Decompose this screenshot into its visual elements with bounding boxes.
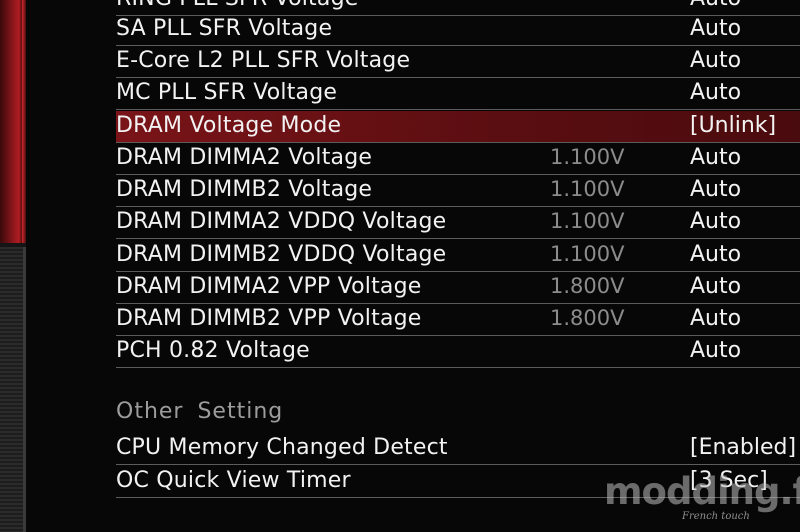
- setting-row-e-core-l2-pll-sfr-voltage[interactable]: E-Core L2 PLL SFR Voltage Auto: [116, 46, 800, 78]
- section-header-other-setting: Other Setting: [116, 399, 284, 424]
- setting-value[interactable]: Auto: [690, 16, 741, 41]
- setting-row-mc-pll-sfr-voltage[interactable]: MC PLL SFR Voltage Auto: [116, 78, 800, 110]
- setting-value[interactable]: Auto: [690, 338, 741, 363]
- setting-current-value: 1.100V: [550, 145, 625, 169]
- setting-row-cpu-memory-changed-detect[interactable]: CPU Memory Changed Detect [Enabled]: [116, 433, 800, 465]
- setting-row-dram-dimmb2-vddq-voltage[interactable]: DRAM DIMMB2 VDDQ Voltage 1.100V Auto: [116, 240, 800, 272]
- setting-label: DRAM Voltage Mode: [116, 113, 342, 138]
- setting-label: SA PLL SFR Voltage: [116, 16, 333, 41]
- setting-label: DRAM DIMMA2 VDDQ Voltage: [116, 209, 447, 234]
- setting-value[interactable]: Auto: [690, 242, 741, 267]
- setting-current-value: 1.100V: [550, 177, 625, 201]
- setting-row-dram-dimma2-vddq-voltage[interactable]: DRAM DIMMA2 VDDQ Voltage 1.100V Auto: [116, 207, 800, 239]
- setting-row-dram-voltage-mode[interactable]: DRAM Voltage Mode [Unlink]: [116, 111, 800, 143]
- setting-current-value: 1.800V: [550, 274, 625, 298]
- setting-value[interactable]: Auto: [690, 306, 741, 331]
- setting-current-value: 1.800V: [550, 306, 625, 330]
- setting-value[interactable]: Auto: [690, 80, 741, 105]
- setting-value[interactable]: [Enabled]: [690, 435, 796, 460]
- setting-label: DRAM DIMMA2 VPP Voltage: [116, 274, 422, 299]
- setting-label: DRAM DIMMB2 VDDQ Voltage: [116, 242, 447, 267]
- setting-value[interactable]: Auto: [690, 145, 741, 170]
- setting-value[interactable]: [Unlink]: [690, 113, 776, 138]
- setting-value[interactable]: Auto: [690, 0, 741, 11]
- setting-row-dram-dimma2-vpp-voltage[interactable]: DRAM DIMMA2 VPP Voltage 1.800V Auto: [116, 272, 800, 304]
- setting-label: OC Quick View Timer: [116, 468, 351, 493]
- setting-label: RING PLL SFR Voltage: [116, 0, 358, 11]
- setting-label: DRAM DIMMB2 Voltage: [116, 177, 373, 202]
- setting-label: MC PLL SFR Voltage: [116, 80, 338, 105]
- side-panel-dark-texture: [0, 247, 26, 532]
- setting-value[interactable]: Auto: [690, 209, 741, 234]
- watermark-logo: modding.fr: [604, 470, 800, 513]
- setting-value[interactable]: Auto: [690, 177, 741, 202]
- setting-label: DRAM DIMMA2 Voltage: [116, 145, 373, 170]
- setting-value[interactable]: Auto: [690, 48, 741, 73]
- setting-label: PCH 0.82 Voltage: [116, 338, 310, 363]
- side-panel-red-accent: [0, 0, 22, 243]
- watermark-tagline: French touch: [682, 511, 750, 522]
- setting-row-sa-pll-sfr-voltage[interactable]: SA PLL SFR Voltage Auto: [116, 14, 800, 46]
- setting-row-dram-dimma2-voltage[interactable]: DRAM DIMMA2 Voltage 1.100V Auto: [116, 143, 800, 175]
- setting-label: DRAM DIMMB2 VPP Voltage: [116, 306, 422, 331]
- setting-label: CPU Memory Changed Detect: [116, 435, 448, 460]
- setting-current-value: 1.100V: [550, 242, 625, 266]
- setting-row-dram-dimmb2-vpp-voltage[interactable]: DRAM DIMMB2 VPP Voltage 1.800V Auto: [116, 304, 800, 336]
- setting-row-dram-dimmb2-voltage[interactable]: DRAM DIMMB2 Voltage 1.100V Auto: [116, 175, 800, 207]
- setting-current-value: 1.100V: [550, 209, 625, 233]
- setting-label: E-Core L2 PLL SFR Voltage: [116, 48, 411, 73]
- side-panel: [0, 0, 26, 532]
- side-panel-red-edge: [22, 0, 26, 243]
- setting-row-pch-0-82-voltage[interactable]: PCH 0.82 Voltage Auto: [116, 336, 800, 368]
- setting-value[interactable]: Auto: [690, 274, 741, 299]
